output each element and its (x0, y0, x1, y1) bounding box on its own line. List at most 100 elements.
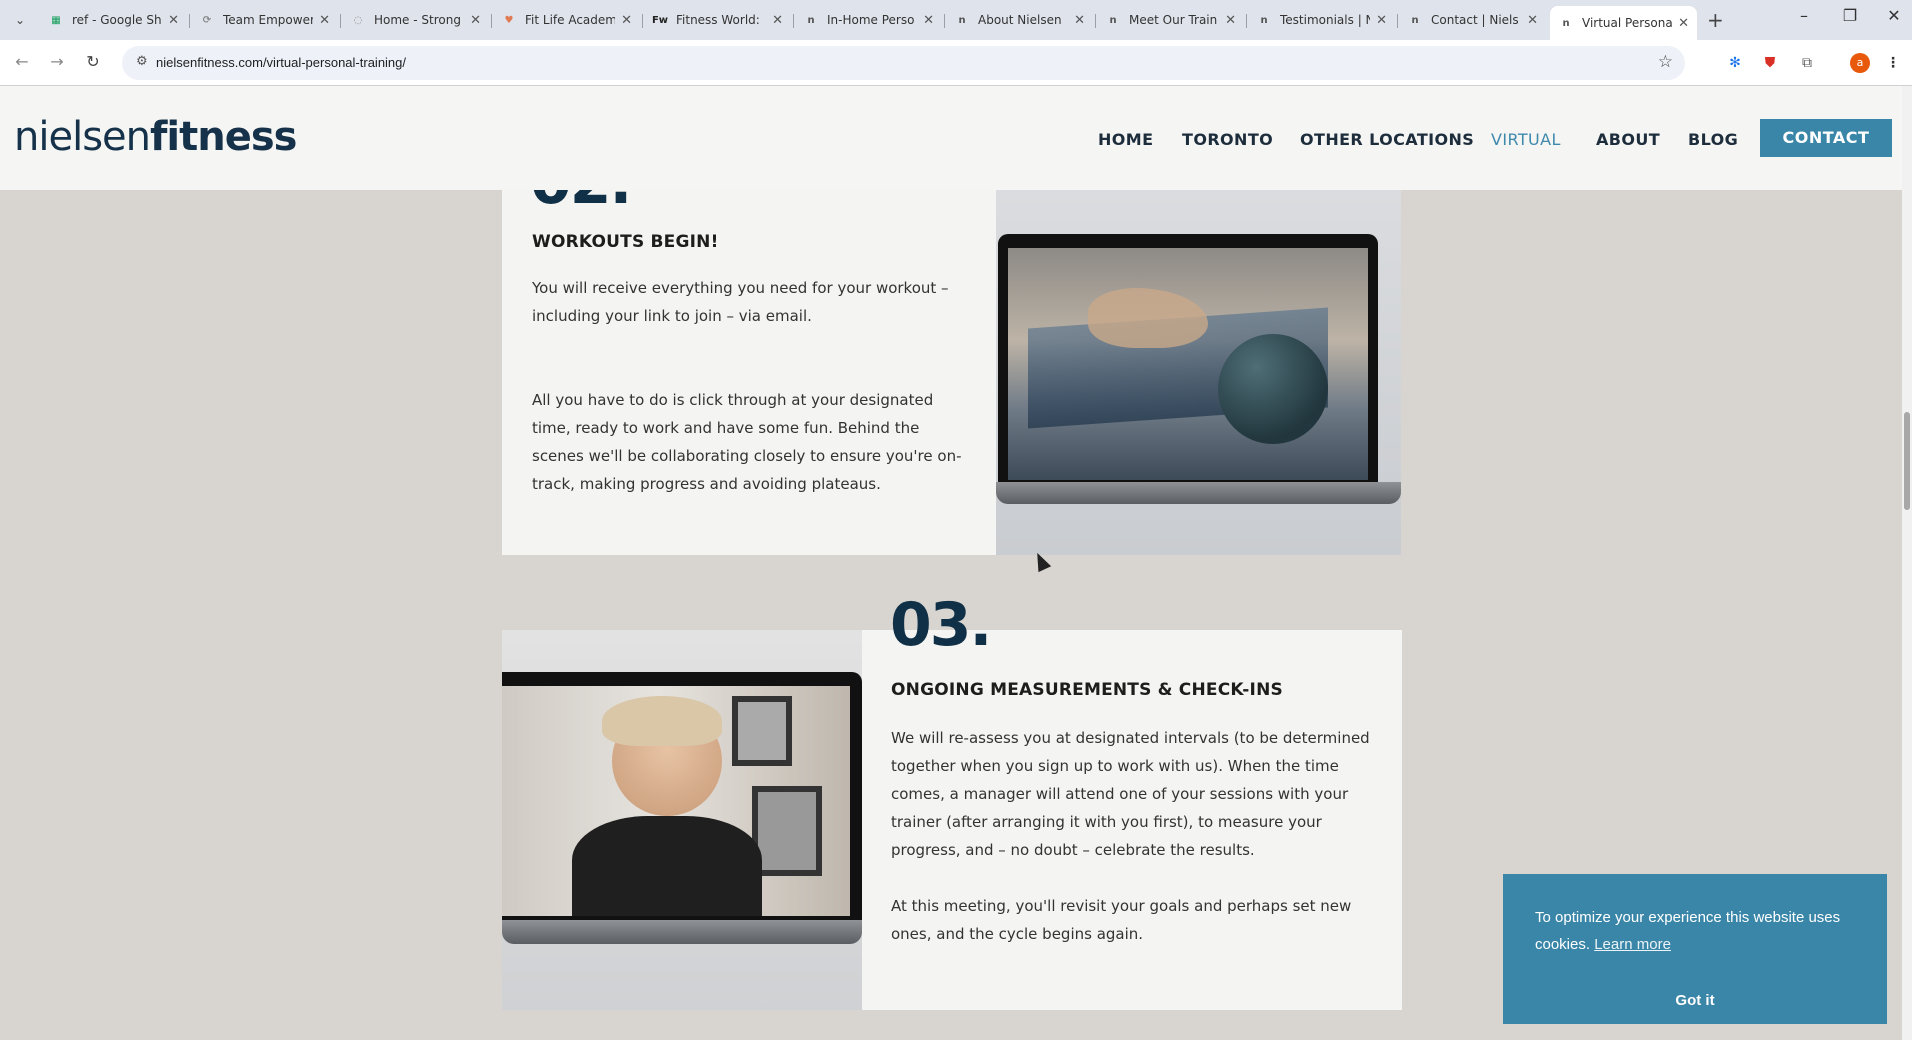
contact-button[interactable]: CONTACT (1760, 119, 1892, 157)
tab-separator (1095, 14, 1096, 28)
browser-tabstrip: ⌄ ▦ ref - Google Sh ✕ ⟳ Team Empower ✕ ◌ Home -… (0, 0, 1912, 40)
logo-bold-text: fitness (150, 114, 297, 160)
tab-title: ref - Google Sh (72, 13, 162, 27)
n-icon: n (958, 14, 966, 26)
tab-close-icon[interactable]: ✕ (1074, 13, 1085, 28)
tab-separator (642, 14, 643, 28)
tab-close-icon[interactable]: ✕ (470, 13, 481, 28)
browser-tab[interactable]: Fw Fitness World: ✕ (644, 6, 791, 34)
tab-close-icon[interactable]: ✕ (319, 13, 330, 28)
close-window-icon[interactable]: ✕ (1874, 6, 1912, 25)
shield-extension-icon[interactable]: ⛊ (1759, 52, 1781, 74)
nav-other-locations[interactable]: OTHER LOCATIONS (1300, 130, 1474, 149)
tab-close-icon[interactable]: ✕ (1225, 13, 1236, 28)
laptop-screen (998, 234, 1378, 482)
step2-title: WORKOUTS BEGIN! (532, 232, 719, 252)
laptop-screen (502, 672, 862, 920)
tab-close-icon[interactable]: ✕ (772, 13, 783, 28)
back-icon[interactable]: ← (10, 50, 34, 74)
tab-title: Contact | Niels (1431, 13, 1519, 27)
tab-close-icon[interactable]: ✕ (168, 13, 179, 28)
tab-title: Team Empower (223, 13, 314, 27)
globe-icon: ◌ (353, 14, 363, 26)
step3-paragraph-2: At this meeting, you'll revisit your goa… (891, 897, 1352, 943)
browser-tab[interactable]: n Virtual Persona ✕ (1550, 6, 1697, 40)
tab-separator (793, 14, 794, 28)
profile-avatar[interactable]: a (1850, 53, 1870, 73)
site-header: nielsenfitness HOME TORONTO OTHER LOCATI… (0, 86, 1902, 190)
nav-home[interactable]: HOME (1098, 130, 1153, 149)
tab-title: In-Home Perso (827, 13, 915, 27)
browser-tab[interactable]: ⟳ Team Empower ✕ (191, 6, 338, 34)
tab-title: Virtual Persona (1582, 16, 1673, 30)
site-logo[interactable]: nielsenfitness (14, 114, 297, 160)
tab-separator (491, 14, 492, 28)
n-icon: n (1411, 14, 1419, 26)
tab-separator (340, 14, 341, 28)
step3-number: 03. (890, 590, 992, 660)
tab-search-icon[interactable]: ⌄ (8, 8, 32, 32)
extension-icon[interactable]: ✻ (1724, 52, 1746, 74)
n-icon: n (1109, 14, 1117, 26)
browser-tab[interactable]: n In-Home Perso ✕ (795, 6, 942, 34)
cookie-got-it-button[interactable]: Got it (1503, 992, 1887, 1009)
nav-toronto[interactable]: TORONTO (1182, 130, 1273, 149)
nav-virtual[interactable]: VIRTUAL (1491, 130, 1561, 149)
restore-icon[interactable]: ❐ (1830, 6, 1870, 25)
tab-close-icon[interactable]: ✕ (1527, 13, 1538, 28)
reload-icon[interactable]: ↻ (81, 50, 105, 74)
fitlife-icon: ♥ (504, 14, 514, 26)
tab-separator (1246, 14, 1247, 28)
n-icon: n (1260, 14, 1268, 26)
tab-close-icon[interactable]: ✕ (1678, 16, 1689, 31)
fw-icon: Fw (651, 14, 669, 26)
browser-tab[interactable]: n Meet Our Train ✕ (1097, 6, 1244, 34)
address-bar[interactable]: ⚙ nielsenfitness.com/virtual-personal-tr… (122, 46, 1685, 80)
cookie-banner: To optimize your experience this website… (1503, 874, 1887, 1024)
tab-title: Meet Our Train (1129, 13, 1218, 27)
new-tab-button[interactable]: + (1707, 8, 1724, 32)
logo-light-text: nielsen (14, 114, 151, 160)
tab-title: Fit Life Academ (525, 13, 616, 27)
laptop-base (996, 482, 1401, 504)
url-text: nielsenfitness.com/virtual-personal-trai… (156, 55, 407, 70)
browser-tab[interactable]: ▦ ref - Google Sh ✕ (40, 6, 187, 34)
n-icon: n (807, 14, 815, 26)
minimize-icon[interactable]: – (1784, 6, 1824, 25)
browser-tab[interactable]: ◌ Home - Strong ✕ (342, 6, 489, 34)
sheets-icon: ▦ (51, 14, 61, 26)
tab-close-icon[interactable]: ✕ (923, 13, 934, 28)
tab-close-icon[interactable]: ✕ (621, 13, 632, 28)
step2-number: 02. (530, 190, 632, 218)
tab-separator (189, 14, 190, 28)
browser-tab[interactable]: n Contact | Niels ✕ (1399, 6, 1546, 34)
step2-laptop-image (996, 190, 1401, 555)
tab-title: About Nielsen (978, 13, 1062, 27)
step3-title: ONGOING MEASUREMENTS & CHECK-INS (891, 680, 1283, 700)
tab-close-icon[interactable]: ✕ (1376, 13, 1387, 28)
puzzle-extensions-icon[interactable]: ⧉ (1796, 52, 1818, 74)
browser-tab[interactable]: ♥ Fit Life Academ ✕ (493, 6, 640, 34)
bookmark-star-icon[interactable]: ☆ (1658, 52, 1673, 72)
tab-separator (1397, 14, 1398, 28)
nav-blog[interactable]: BLOG (1688, 130, 1738, 149)
tab-title: Home - Strong (374, 13, 461, 27)
browser-tab[interactable]: n Testimonials | N ✕ (1248, 6, 1395, 34)
browser-menu-icon[interactable]: ⋮ (1882, 52, 1904, 74)
cookie-message-text: To optimize your experience this website… (1535, 909, 1841, 953)
scrollbar-thumb[interactable] (1904, 412, 1910, 510)
step3-paragraph-1: We will re-assess you at designated inte… (891, 729, 1370, 859)
tab-title: Testimonials | N (1280, 13, 1371, 27)
step2-paragraph-2: All you have to do is click through at y… (532, 391, 962, 493)
site-info-icon[interactable]: ⚙ (136, 54, 148, 69)
team-icon: ⟳ (202, 14, 212, 26)
n-icon: n (1562, 17, 1570, 29)
tab-title: Fitness World: (676, 13, 760, 27)
page-scrollbar[interactable] (1902, 86, 1912, 1040)
cookie-learn-more-link[interactable]: Learn more (1594, 936, 1671, 953)
cookie-message: To optimize your experience this website… (1535, 904, 1855, 958)
browser-tab[interactable]: n About Nielsen ✕ (946, 6, 1093, 34)
nav-about[interactable]: ABOUT (1596, 130, 1660, 149)
tab-separator (944, 14, 945, 28)
forward-icon[interactable]: → (45, 50, 69, 74)
